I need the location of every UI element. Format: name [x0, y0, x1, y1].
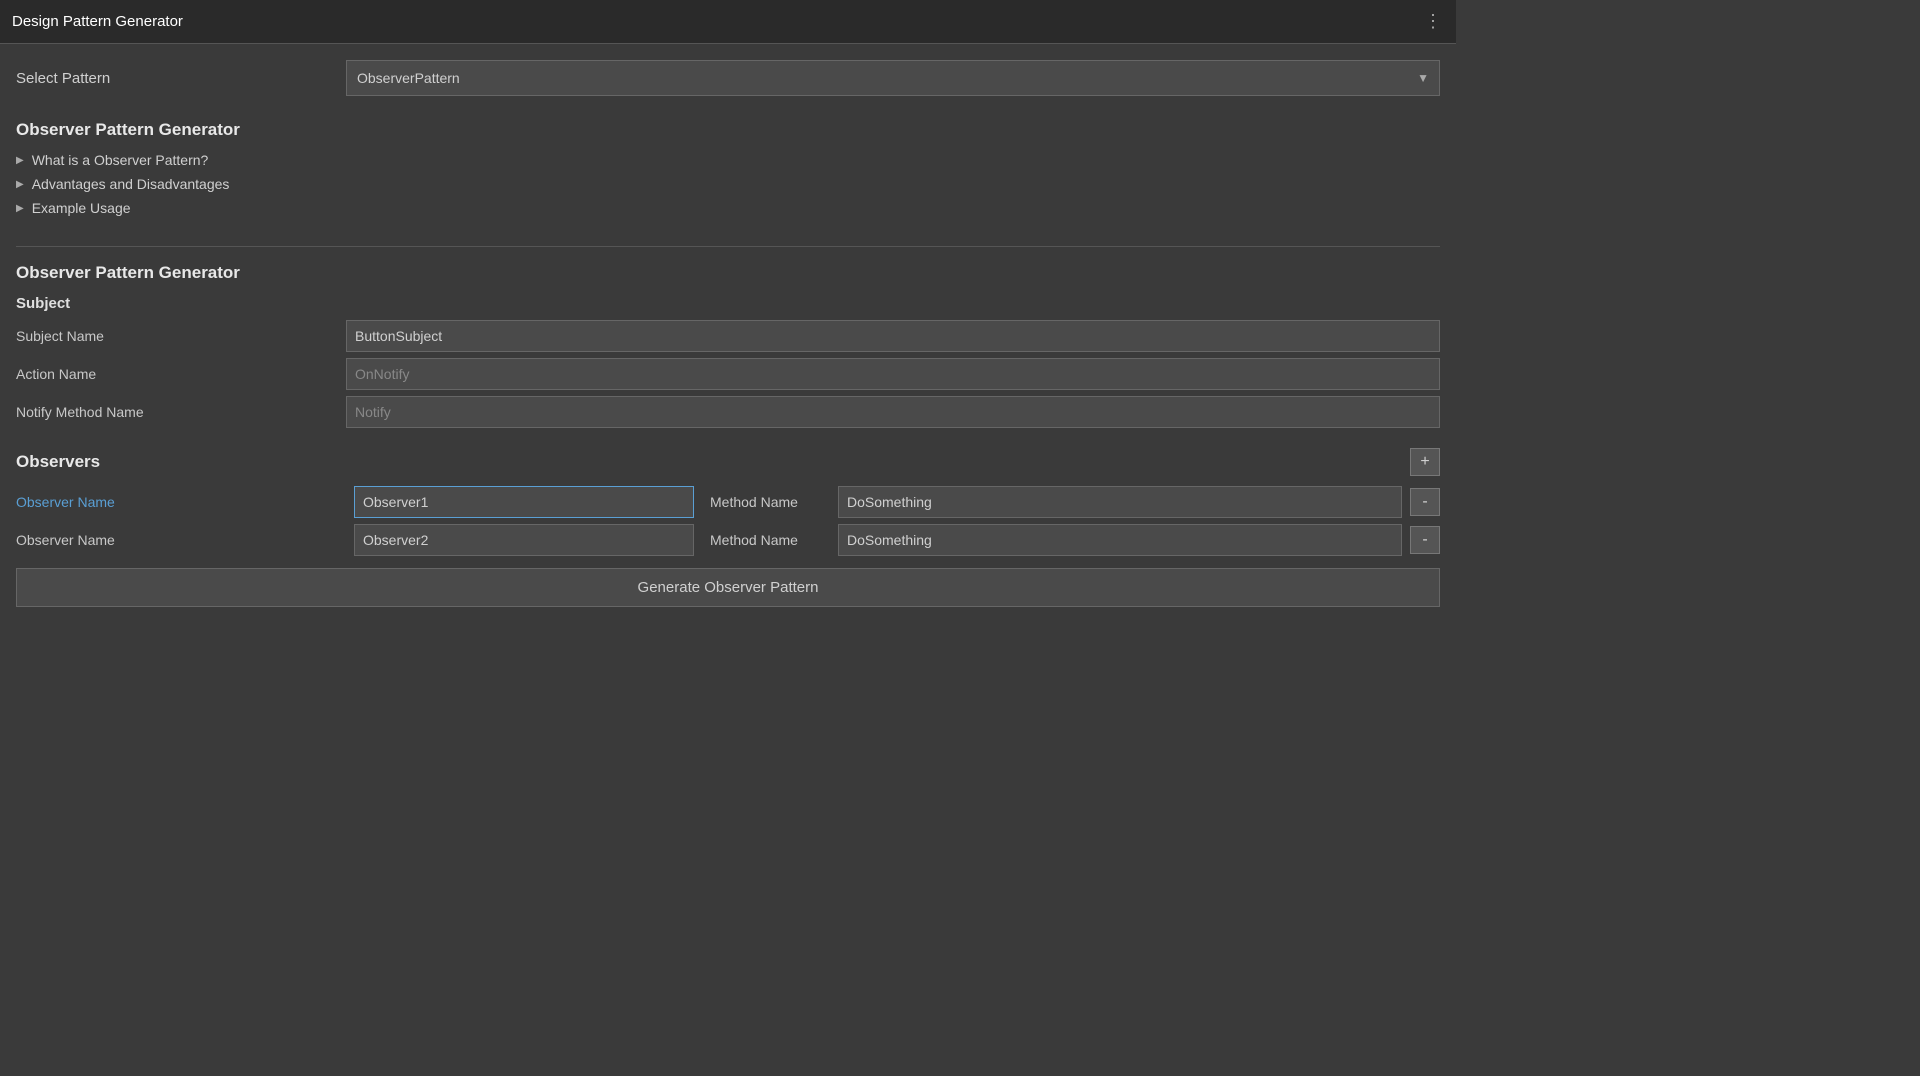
menu-dots-icon[interactable]: ⋮ — [1424, 11, 1444, 32]
title-bar-title: Design Pattern Generator — [12, 13, 183, 30]
collapsible-label-0: What is a Observer Pattern? — [32, 152, 209, 168]
method-name-input-1[interactable] — [838, 524, 1402, 556]
action-name-input[interactable] — [346, 358, 1440, 390]
add-observer-button[interactable]: + — [1410, 448, 1440, 476]
title-bar: Design Pattern Generator ⋮ — [0, 0, 1456, 44]
method-name-input-0[interactable] — [838, 486, 1402, 518]
collapsible-label-2: Example Usage — [32, 200, 131, 216]
observer-name-label-1: Observer Name — [16, 532, 346, 548]
observer-name-input-0[interactable] — [354, 486, 694, 518]
observer-name-label-0: Observer Name — [16, 494, 346, 510]
method-name-label-0: Method Name — [710, 494, 830, 510]
remove-observer-button-1[interactable]: - — [1410, 526, 1440, 554]
form-section-heading: Observer Pattern Generator — [16, 263, 1440, 283]
dropdown-arrow-icon: ▼ — [1417, 71, 1429, 85]
info-section-heading: Observer Pattern Generator — [16, 120, 1440, 140]
collapsible-item-2[interactable]: ▶ Example Usage — [16, 200, 1440, 216]
subject-name-label: Subject Name — [16, 328, 346, 344]
notify-method-input[interactable] — [346, 396, 1440, 428]
observers-heading: Observers — [16, 452, 100, 472]
select-pattern-label: Select Pattern — [16, 70, 346, 87]
action-name-label: Action Name — [16, 366, 346, 382]
collapsible-arrow-2: ▶ — [16, 203, 24, 214]
collapsible-arrow-1: ▶ — [16, 179, 24, 190]
collapsible-item-1[interactable]: ▶ Advantages and Disadvantages — [16, 176, 1440, 192]
collapsible-item-0[interactable]: ▶ What is a Observer Pattern? — [16, 152, 1440, 168]
method-name-label-1: Method Name — [710, 532, 830, 548]
notify-method-label: Notify Method Name — [16, 404, 346, 420]
pattern-dropdown[interactable]: ObserverPattern ▼ — [346, 60, 1440, 96]
remove-observer-button-0[interactable]: - — [1410, 488, 1440, 516]
generate-button[interactable]: Generate Observer Pattern — [16, 568, 1440, 607]
observer-name-input-1[interactable] — [354, 524, 694, 556]
pattern-dropdown-value: ObserverPattern — [357, 70, 460, 86]
form-sub-heading: Subject — [16, 295, 1440, 312]
collapsible-arrow-0: ▶ — [16, 155, 24, 166]
collapsible-label-1: Advantages and Disadvantages — [32, 176, 230, 192]
subject-name-input[interactable] — [346, 320, 1440, 352]
